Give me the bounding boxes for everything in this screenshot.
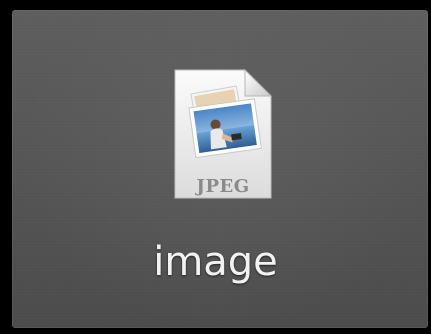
file-type-label: JPEG (196, 176, 250, 197)
jpeg-file-icon[interactable]: JPEG (173, 68, 273, 200)
file-name-label: image (153, 239, 278, 285)
quicklook-preview-window: JPEG image (0, 0, 431, 334)
